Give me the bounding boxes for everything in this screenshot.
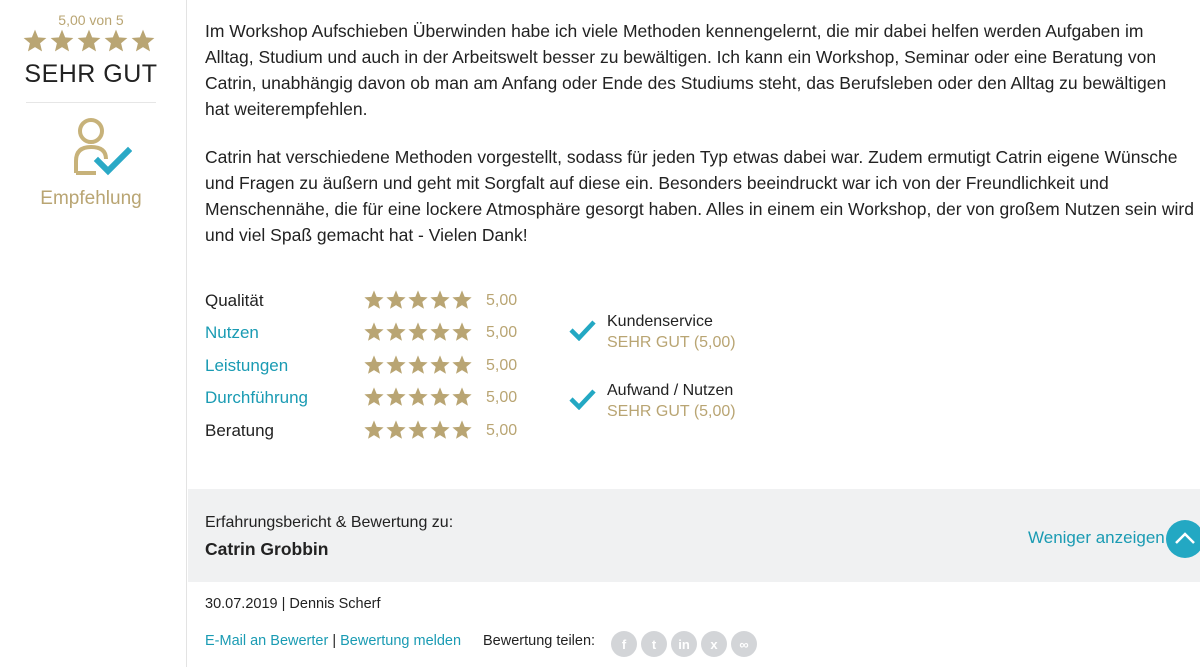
rating-row: Nutzen 5,00 [205,319,545,347]
star-icon [104,29,128,52]
subject-intro: Erfahrungsbericht & Bewertung zu: [205,514,454,531]
star-icon [386,290,406,309]
review-actions: E-Mail an Bewerter | Bewertung melden [205,633,461,649]
star-icon [452,420,472,439]
meta-separator: | [281,596,286,612]
extra-label: Aufwand / Nutzen [607,382,734,399]
review-meta: 30.07.2019 | Dennis Scherf [205,596,381,612]
action-separator: | [332,633,337,649]
rating-stars [363,354,473,376]
star-icon [452,322,472,341]
email-reviewer-link[interactable]: E-Mail an Bewerter [205,633,328,649]
rating-stars [363,386,473,408]
star-icon [364,387,384,406]
score-text: 5,00 von 5 [58,12,124,28]
rating-value: 5,00 [486,389,518,406]
star-icon [408,420,428,439]
star-icon [364,290,384,309]
star-icon [430,420,450,439]
rating-label: Qualität [205,291,264,310]
star-icon [430,387,450,406]
rating-row: Durchführung 5,00 [205,384,545,412]
star-icon [408,355,428,374]
facebook-icon[interactable]: f [611,631,637,657]
rating-label[interactable]: Durchführung [205,388,308,408]
rating-summary-sidebar: 5,00 von 5 SEHR GUT Empfehlung [0,0,187,667]
rating-stars [363,419,473,441]
star-icon [386,387,406,406]
review-subject-band: Erfahrungsbericht & Bewertung zu: Catrin… [188,489,1200,582]
check-icon [568,388,596,415]
rating-value: 5,00 [486,292,518,309]
star-icon [364,322,384,341]
rating-label[interactable]: Nutzen [205,323,259,343]
rating-value: 5,00 [486,324,518,341]
twitter-icon[interactable]: t [641,631,667,657]
rating-stars [363,289,473,311]
recommendation-label: Empfehlung [40,188,142,209]
star-icon [408,290,428,309]
star-icon [386,420,406,439]
summary-stars [22,28,156,54]
review-author: Dennis Scherf [289,596,381,612]
extra-grade: SEHR GUT (5,00) [607,334,736,351]
star-icon [452,355,472,374]
extra-label: Kundenservice [607,313,713,330]
review-paragraph-2: Catrin hat verschiedene Methoden vorgest… [205,147,1194,245]
review-text: Im Workshop Aufschieben Überwinden habe … [205,18,1195,270]
rating-row: Beratung 5,00 [205,417,545,445]
star-icon [364,355,384,374]
extra-grade: SEHR GUT (5,00) [607,403,736,420]
star-icon [430,322,450,341]
star-icon [452,387,472,406]
star-icon [77,29,101,52]
star-icon [430,290,450,309]
review-paragraph-1: Im Workshop Aufschieben Überwinden habe … [205,21,1167,119]
star-icon [386,355,406,374]
rating-value: 5,00 [486,357,518,374]
subject-name: Catrin Grobbin [205,539,329,559]
share-label: Bewertung teilen: [483,633,596,649]
star-icon [408,322,428,341]
link-icon[interactable]: ∞ [731,631,757,657]
linkedin-icon[interactable]: in [671,631,697,657]
xing-icon[interactable]: x [701,631,727,657]
rating-stars [363,321,473,343]
report-review-link[interactable]: Bewertung melden [340,633,461,649]
show-less-button[interactable] [1166,520,1200,558]
share-buttons: f t in x ∞ [611,631,757,657]
star-icon [50,29,74,52]
recommendation-user-check-icon [70,115,133,184]
check-icon [568,319,596,346]
rating-row: Leistungen 5,00 [205,352,545,380]
show-less-link[interactable]: Weniger anzeigen [1028,528,1165,548]
review-date: 30.07.2019 [205,596,278,612]
star-icon [131,29,155,52]
star-icon [364,420,384,439]
divider [26,102,156,103]
star-icon [408,387,428,406]
rating-value: 5,00 [486,422,518,439]
star-icon [23,29,47,52]
star-icon [430,355,450,374]
chevron-up-icon [1175,532,1195,544]
summary-grade: SEHR GUT [24,60,158,88]
rating-label: Beratung [205,421,274,440]
rating-label[interactable]: Leistungen [205,356,288,376]
star-icon [452,290,472,309]
rating-row: Qualität 5,00 [205,287,545,315]
star-icon [386,322,406,341]
